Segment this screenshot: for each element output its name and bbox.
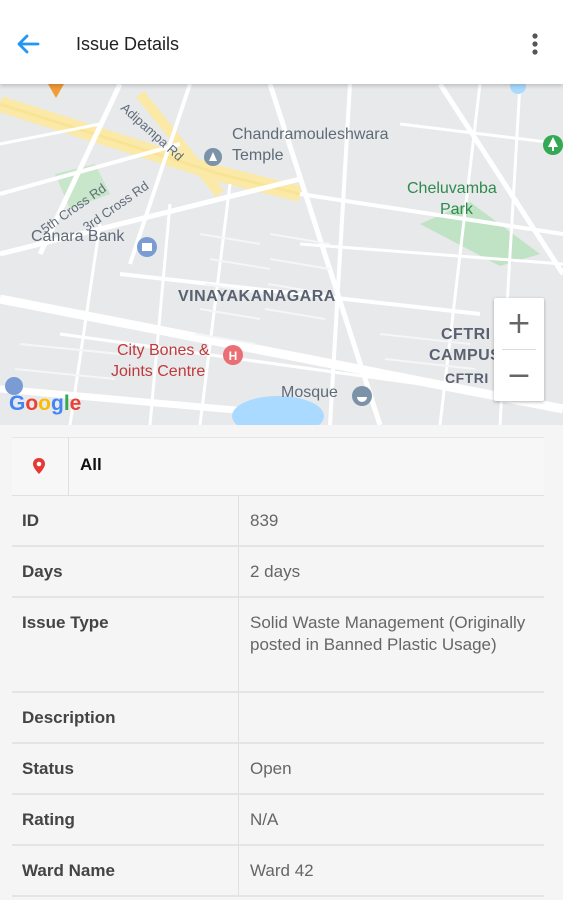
row-value: Open	[250, 759, 292, 778]
map-label-park: Park	[440, 201, 473, 218]
column-divider	[238, 846, 239, 895]
row-value: 2 days	[250, 562, 301, 581]
map-view[interactable]: H Adipampa Rd Chandramouleshwara Temple …	[0, 84, 563, 425]
column-divider	[238, 547, 239, 596]
back-arrow-icon[interactable]	[12, 28, 44, 60]
column-divider	[238, 795, 239, 844]
google-logo-letter: o	[38, 392, 51, 415]
zoom-in-button[interactable]: +	[494, 298, 544, 349]
row-value: 839	[250, 511, 279, 530]
details-table: ID 839 Days 2 days Issue Type Solid Wast…	[12, 496, 544, 897]
row-key: Status	[22, 759, 74, 778]
table-row: Issue Type Solid Waste Management (Origi…	[12, 598, 544, 693]
map-label-campus: CFTRI	[441, 326, 491, 343]
table-row: Rating N/A	[12, 795, 544, 846]
row-key: Issue Type	[22, 613, 109, 632]
zoom-out-button[interactable]: −	[494, 350, 544, 401]
table-row: Status Open	[12, 744, 544, 795]
svg-text:H: H	[229, 349, 238, 363]
map-label-campus: CAMPUS	[429, 347, 502, 364]
column-divider	[238, 496, 239, 545]
column-divider	[238, 693, 239, 742]
map-label-temple: Chandramouleshwara	[232, 126, 389, 143]
filter-value: All	[80, 455, 102, 474]
park-pin-icon	[543, 135, 563, 155]
row-key: Description	[22, 708, 116, 727]
row-key: Ward Name	[22, 861, 115, 880]
row-key: ID	[22, 511, 39, 530]
google-logo-letter: o	[25, 392, 39, 415]
column-divider	[238, 744, 239, 793]
map-label-hospital: City Bones &	[117, 342, 210, 359]
row-key: Days	[22, 562, 63, 581]
table-row: ID 839	[12, 496, 544, 547]
column-divider	[238, 598, 239, 691]
google-logo-letter: G	[9, 392, 26, 415]
hospital-icon: H	[223, 345, 243, 365]
table-row: Days 2 days	[12, 547, 544, 598]
temple-icon	[204, 148, 222, 166]
bank-icon	[137, 237, 157, 257]
google-logo: Google	[9, 392, 81, 416]
map-label-area: VINAYAKANAGARA	[178, 288, 336, 305]
location-filter-row[interactable]: All	[12, 437, 544, 497]
app-bar: Issue Details	[0, 0, 563, 84]
map-label-temple: Temple	[232, 147, 284, 164]
mosque-icon	[352, 386, 372, 406]
row-value: Ward 42	[250, 861, 314, 880]
map-label-park: Cheluvamba	[407, 180, 497, 197]
row-value: Solid Waste Management (Originally poste…	[250, 613, 526, 654]
table-row: Ward Name Ward 42	[12, 846, 544, 897]
google-logo-letter: g	[51, 392, 64, 415]
row-key: Rating	[22, 810, 75, 829]
location-pin-cell	[12, 438, 69, 495]
more-options-icon[interactable]	[523, 28, 547, 60]
map-label-mosque: Mosque	[281, 384, 338, 401]
google-logo-letter: e	[69, 392, 82, 415]
row-value: N/A	[250, 810, 279, 829]
location-pin-icon	[33, 458, 45, 474]
map-label-campus: CFTRI	[445, 370, 489, 386]
zoom-controls: + −	[494, 298, 544, 401]
table-row: Description	[12, 693, 544, 744]
map-label-bank: Canara Bank	[31, 228, 125, 245]
page-title: Issue Details	[76, 34, 180, 54]
map-label-hospital: Joints Centre	[111, 363, 206, 380]
